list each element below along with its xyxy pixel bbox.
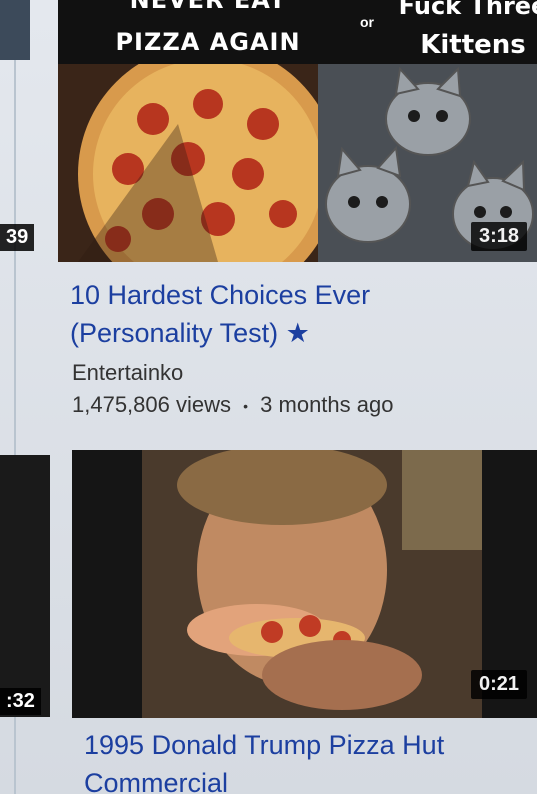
banner-left-text: NEVER EAT PIZZA AGAIN — [58, 0, 358, 64]
view-count-1: 1,475,806 views — [72, 392, 231, 417]
banner-left-line2: PIZZA AGAIN — [115, 28, 301, 56]
video-duration-2: 0:21 — [470, 670, 527, 699]
pizza-image — [58, 64, 318, 262]
upload-age-1: 3 months ago — [260, 392, 394, 417]
video-title-1-line2-text: (Personality Test) — [70, 318, 279, 348]
banner-left-line1: NEVER EAT — [129, 0, 287, 14]
video-title-2-line2: Commercial — [84, 768, 229, 794]
video-stats-1: 1,475,806 views • 3 months ago — [72, 392, 393, 418]
commercial-still-image — [72, 450, 537, 718]
thumbnail-banner: NEVER EAT PIZZA AGAIN or Fuck Three Kitt… — [58, 0, 537, 64]
channel-name-1[interactable]: Entertainko — [72, 360, 183, 386]
video-card-1[interactable]: NEVER EAT PIZZA AGAIN or Fuck Three Kitt… — [0, 0, 537, 440]
meta-separator: • — [243, 398, 249, 415]
banner-right-text: Fuck Three Kittens — [388, 0, 537, 64]
video-thumbnail-2[interactable]: 0:21 — [72, 450, 537, 718]
video-title-2-line1: 1995 Donald Trump Pizza Hut — [84, 730, 445, 760]
video-card-2[interactable]: 0:21 1995 Donald Trump Pizza Hut Commerc… — [0, 450, 537, 794]
video-title-1[interactable]: 10 Hardest Choices Ever (Personality Tes… — [70, 276, 370, 352]
banner-or-text: or — [360, 14, 374, 30]
banner-right-line1: Fuck Three — [398, 0, 537, 20]
star-icon: ★ — [285, 318, 310, 348]
video-title-2[interactable]: 1995 Donald Trump Pizza Hut Commercial — [84, 726, 444, 794]
video-title-1-line1: 10 Hardest Choices Ever — [70, 280, 371, 310]
video-list: 39 :32 NEVER EAT PIZZA AGAIN or Fuck Thr… — [0, 0, 537, 794]
video-title-1-line2: (Personality Test) ★ — [70, 314, 370, 352]
banner-right-line2: Kittens — [420, 30, 526, 60]
video-thumbnail-1[interactable]: NEVER EAT PIZZA AGAIN or Fuck Three Kitt… — [58, 0, 537, 262]
video-duration-1: 3:18 — [470, 222, 527, 251]
